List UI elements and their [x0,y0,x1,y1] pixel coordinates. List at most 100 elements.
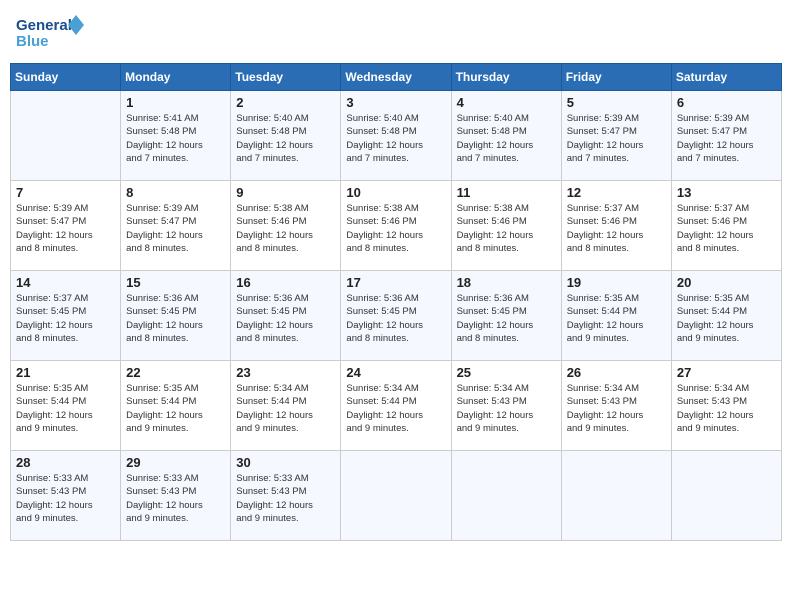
day-cell: 26 Sunrise: 5:34 AM Sunset: 5:43 PM Dayli… [561,361,671,451]
day-number: 8 [126,185,225,200]
day-number: 1 [126,95,225,110]
day-cell: 17Sunrise: 5:36 AM Sunset: 5:45 PM Dayli… [341,271,451,361]
week-row-5: 28 Sunrise: 5:33 AM Sunset: 5:43 PM Dayli… [11,451,782,541]
day-info: Sunrise: 5:39 AM Sunset: 5:47 PM Dayligh… [126,202,225,255]
day-info: Sunrise: 5:38 AM Sunset: 5:46 PM Dayligh… [346,202,445,255]
day-info: Sunrise: 5:36 AM Sunset: 5:45 PM Dayligh… [126,292,225,345]
col-header-saturday: Saturday [671,64,781,91]
day-info: Sunrise: 5:39 AM Sunset: 5:47 PM Dayligh… [567,112,666,165]
day-number: 7 [16,185,115,200]
day-cell: 23 Sunrise: 5:34 AM Sunset: 5:44 PM Dayli… [231,361,341,451]
day-info: Sunrise: 5:34 AM Sunset: 5:43 PM Dayligh… [567,382,666,435]
logo-svg: General Blue [14,10,84,55]
day-number: 11 [457,185,556,200]
day-number: 2 [236,95,335,110]
day-info: Sunrise: 5:37 AM Sunset: 5:46 PM Dayligh… [567,202,666,255]
day-cell [451,451,561,541]
calendar-header-row: SundayMondayTuesdayWednesdayThursdayFrid… [11,64,782,91]
day-cell: 21Sunrise: 5:35 AM Sunset: 5:44 PM Dayli… [11,361,121,451]
day-cell [671,451,781,541]
day-number: 27 [677,365,776,380]
day-cell: 3 Sunrise: 5:40 AM Sunset: 5:48 PM Daylig… [341,91,451,181]
page-header: General Blue [10,10,782,55]
day-info: Sunrise: 5:35 AM Sunset: 5:44 PM Dayligh… [16,382,115,435]
day-number: 15 [126,275,225,290]
day-info: Sunrise: 5:35 AM Sunset: 5:44 PM Dayligh… [126,382,225,435]
day-info: Sunrise: 5:34 AM Sunset: 5:44 PM Dayligh… [346,382,445,435]
day-number: 14 [16,275,115,290]
day-info: Sunrise: 5:40 AM Sunset: 5:48 PM Dayligh… [457,112,556,165]
col-header-tuesday: Tuesday [231,64,341,91]
day-cell: 13 Sunrise: 5:37 AM Sunset: 5:46 PM Dayli… [671,181,781,271]
day-number: 10 [346,185,445,200]
week-row-3: 14Sunrise: 5:37 AM Sunset: 5:45 PM Dayli… [11,271,782,361]
day-number: 3 [346,95,445,110]
day-number: 28 [16,455,115,470]
day-number: 13 [677,185,776,200]
calendar-table: SundayMondayTuesdayWednesdayThursdayFrid… [10,63,782,541]
day-number: 30 [236,455,335,470]
day-info: Sunrise: 5:34 AM Sunset: 5:43 PM Dayligh… [677,382,776,435]
day-cell: 19Sunrise: 5:35 AM Sunset: 5:44 PM Dayli… [561,271,671,361]
day-number: 29 [126,455,225,470]
day-cell: 8 Sunrise: 5:39 AM Sunset: 5:47 PM Daylig… [121,181,231,271]
col-header-thursday: Thursday [451,64,561,91]
day-cell: 7 Sunrise: 5:39 AM Sunset: 5:47 PM Daylig… [11,181,121,271]
day-info: Sunrise: 5:39 AM Sunset: 5:47 PM Dayligh… [16,202,115,255]
day-cell: 6 Sunrise: 5:39 AM Sunset: 5:47 PM Daylig… [671,91,781,181]
day-number: 26 [567,365,666,380]
day-cell: 16Sunrise: 5:36 AM Sunset: 5:45 PM Dayli… [231,271,341,361]
day-cell: 30 Sunrise: 5:33 AM Sunset: 5:43 PM Dayli… [231,451,341,541]
svg-text:General: General [16,17,72,34]
day-info: Sunrise: 5:40 AM Sunset: 5:48 PM Dayligh… [236,112,335,165]
day-cell: 11 Sunrise: 5:38 AM Sunset: 5:46 PM Dayli… [451,181,561,271]
day-cell [561,451,671,541]
day-number: 5 [567,95,666,110]
day-info: Sunrise: 5:34 AM Sunset: 5:43 PM Dayligh… [457,382,556,435]
day-cell: 24 Sunrise: 5:34 AM Sunset: 5:44 PM Dayli… [341,361,451,451]
day-info: Sunrise: 5:36 AM Sunset: 5:45 PM Dayligh… [457,292,556,345]
day-cell: 12Sunrise: 5:37 AM Sunset: 5:46 PM Dayli… [561,181,671,271]
day-number: 24 [346,365,445,380]
day-cell: 20 Sunrise: 5:35 AM Sunset: 5:44 PM Dayli… [671,271,781,361]
day-cell: 9Sunrise: 5:38 AM Sunset: 5:46 PM Daylig… [231,181,341,271]
day-cell: 18 Sunrise: 5:36 AM Sunset: 5:45 PM Dayli… [451,271,561,361]
week-row-2: 7 Sunrise: 5:39 AM Sunset: 5:47 PM Daylig… [11,181,782,271]
day-info: Sunrise: 5:33 AM Sunset: 5:43 PM Dayligh… [126,472,225,525]
day-info: Sunrise: 5:38 AM Sunset: 5:46 PM Dayligh… [236,202,335,255]
day-info: Sunrise: 5:33 AM Sunset: 5:43 PM Dayligh… [16,472,115,525]
day-cell: 2 Sunrise: 5:40 AM Sunset: 5:48 PM Daylig… [231,91,341,181]
week-row-1: 1 Sunrise: 5:41 AM Sunset: 5:48 PM Daylig… [11,91,782,181]
day-cell: 27 Sunrise: 5:34 AM Sunset: 5:43 PM Dayli… [671,361,781,451]
day-cell: 10 Sunrise: 5:38 AM Sunset: 5:46 PM Dayli… [341,181,451,271]
day-cell: 29 Sunrise: 5:33 AM Sunset: 5:43 PM Dayli… [121,451,231,541]
day-number: 22 [126,365,225,380]
day-number: 18 [457,275,556,290]
day-info: Sunrise: 5:33 AM Sunset: 5:43 PM Dayligh… [236,472,335,525]
day-info: Sunrise: 5:37 AM Sunset: 5:46 PM Dayligh… [677,202,776,255]
day-info: Sunrise: 5:40 AM Sunset: 5:48 PM Dayligh… [346,112,445,165]
day-cell: 14Sunrise: 5:37 AM Sunset: 5:45 PM Dayli… [11,271,121,361]
week-row-4: 21Sunrise: 5:35 AM Sunset: 5:44 PM Dayli… [11,361,782,451]
day-number: 20 [677,275,776,290]
day-number: 19 [567,275,666,290]
day-info: Sunrise: 5:41 AM Sunset: 5:48 PM Dayligh… [126,112,225,165]
logo: General Blue [14,10,84,55]
day-cell [341,451,451,541]
day-cell: 1 Sunrise: 5:41 AM Sunset: 5:48 PM Daylig… [121,91,231,181]
day-info: Sunrise: 5:39 AM Sunset: 5:47 PM Dayligh… [677,112,776,165]
day-info: Sunrise: 5:35 AM Sunset: 5:44 PM Dayligh… [677,292,776,345]
col-header-friday: Friday [561,64,671,91]
day-info: Sunrise: 5:34 AM Sunset: 5:44 PM Dayligh… [236,382,335,435]
day-number: 25 [457,365,556,380]
day-number: 4 [457,95,556,110]
day-number: 16 [236,275,335,290]
day-number: 6 [677,95,776,110]
col-header-sunday: Sunday [11,64,121,91]
svg-text:Blue: Blue [16,33,49,50]
day-number: 23 [236,365,335,380]
day-info: Sunrise: 5:38 AM Sunset: 5:46 PM Dayligh… [457,202,556,255]
day-cell: 25 Sunrise: 5:34 AM Sunset: 5:43 PM Dayli… [451,361,561,451]
day-cell [11,91,121,181]
col-header-monday: Monday [121,64,231,91]
